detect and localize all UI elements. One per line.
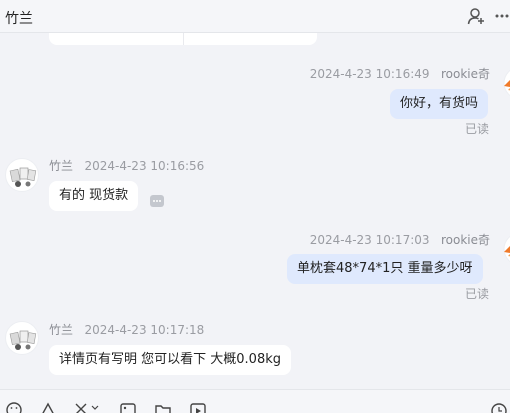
emoji-icon[interactable] — [6, 402, 22, 413]
add-contact-icon[interactable] — [467, 7, 485, 29]
input-toolbar — [0, 389, 510, 413]
more-icon[interactable] — [494, 8, 510, 28]
message-more-icon[interactable] — [150, 195, 164, 207]
message-meta: 2024-4-23 10:17:03 rookie奇 — [300, 231, 490, 248]
message-meta: 竹兰 2024-4-23 10:16:56 — [49, 157, 204, 174]
read-status: 已读 — [465, 287, 490, 301]
send-file-icon[interactable] — [40, 402, 56, 413]
message-bubble[interactable]: 你好，有货吗 — [390, 89, 489, 119]
message-sender: rookie奇 — [440, 233, 490, 247]
message-bubble[interactable]: 详情页有写明 您可以看下 大概0.08kg — [49, 345, 291, 375]
contact-avatar[interactable] — [5, 158, 39, 192]
chat-header: 竹兰 — [0, 0, 510, 33]
scissors-icon[interactable] — [74, 402, 100, 413]
read-status: 已读 — [465, 122, 490, 136]
my-avatar[interactable] — [500, 66, 510, 100]
message-sender: rookie奇 — [440, 67, 490, 81]
message-bubble[interactable]: 单枕套48*74*1只 重量多少呀 — [287, 254, 483, 284]
message-list[interactable]: 2024-4-23 10:16:49 rookie奇 你好，有货吗 已读 竹兰 … — [0, 33, 510, 389]
history-icon[interactable] — [490, 402, 508, 413]
message-meta: 竹兰 2024-4-23 10:17:18 — [49, 321, 204, 338]
contact-avatar[interactable] — [5, 321, 39, 355]
chat-title: 竹兰 — [5, 11, 33, 27]
message-sender: 竹兰 — [49, 323, 74, 337]
image-icon[interactable] — [120, 402, 136, 413]
message-time: 2024-4-23 10:17:03 — [309, 233, 430, 247]
video-icon[interactable] — [190, 402, 206, 413]
message-meta: 2024-4-23 10:16:49 rookie奇 — [300, 65, 490, 82]
folder-icon[interactable] — [155, 402, 171, 413]
message-time: 2024-4-23 10:16:49 — [309, 67, 430, 81]
message-time: 2024-4-23 10:17:18 — [84, 323, 205, 337]
message-sender: 竹兰 — [49, 159, 74, 173]
previous-message-card — [49, 33, 317, 45]
message-time: 2024-4-23 10:16:56 — [84, 159, 205, 173]
my-avatar[interactable] — [500, 232, 510, 266]
message-bubble[interactable]: 有的 现货款 — [49, 181, 139, 211]
